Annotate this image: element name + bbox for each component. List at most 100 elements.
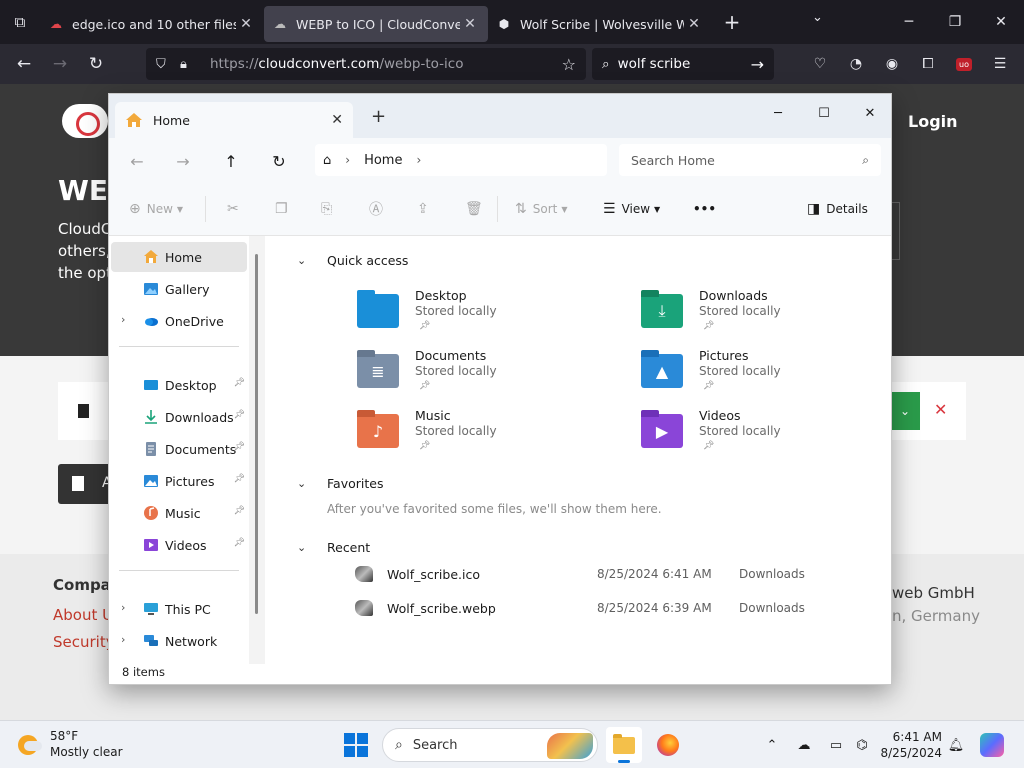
section-favorites[interactable]: ⌄ Favorites — [297, 473, 383, 493]
explorer-maximize-button[interactable]: ☐ — [801, 98, 847, 128]
recent-file-row[interactable]: Wolf_scribe.webp 8/25/2024 6:39 AM Downl… — [355, 594, 875, 622]
quick-access-downloads[interactable]: ⤓ Downloads Stored locally 📌︎ — [641, 288, 881, 338]
expand-chevron-icon[interactable]: › — [121, 633, 125, 646]
chevron-right-icon[interactable]: › — [416, 153, 421, 167]
extensions-puzzle-icon[interactable]: ⧠ — [916, 52, 940, 76]
sidebar-item-desktop[interactable]: Desktop 📌︎ — [111, 370, 247, 400]
security-link[interactable]: Security — [53, 633, 115, 651]
start-button[interactable] — [344, 733, 368, 757]
remove-file-icon[interactable]: ✕ — [934, 400, 947, 419]
convert-chevron-button[interactable]: ⌄ — [890, 392, 920, 430]
section-recent[interactable]: ⌄ Recent — [297, 537, 370, 557]
search-go-arrow-icon[interactable]: → — [751, 55, 764, 74]
explorer-back-button[interactable]: ← — [123, 148, 151, 174]
restore-window-button[interactable]: ❐ — [932, 0, 978, 44]
cloud-offline-icon[interactable]: ☁ — [794, 735, 814, 755]
weather-widget[interactable]: 58°F Mostly clear — [14, 727, 134, 763]
menu-hamburger-icon[interactable]: ☰ — [988, 52, 1012, 76]
sidebar-item-videos[interactable]: Videos 📌︎ — [111, 530, 247, 560]
explorer-search-input[interactable]: Search Home ⌕ — [619, 144, 881, 176]
view-button[interactable]: ☰ View ▼ — [603, 198, 660, 220]
close-tab-icon[interactable]: ✕ — [331, 112, 343, 128]
tab-overview-icon[interactable]: ⧉ — [0, 0, 40, 44]
timer-icon[interactable]: ◔ — [844, 52, 868, 76]
copy-button[interactable]: ❐ — [275, 198, 294, 220]
taskbar-firefox[interactable] — [650, 727, 686, 763]
explorer-tab-home[interactable]: Home ✕ — [115, 102, 353, 138]
list-all-tabs-chevron-icon[interactable]: ⌄ — [812, 10, 823, 25]
share-button[interactable]: ⇪ — [417, 198, 435, 220]
quick-access-music[interactable]: ♪ Music Stored locally 📌︎ — [357, 408, 597, 458]
pin-icon[interactable]: 📌︎ — [234, 410, 245, 420]
cut-button[interactable]: ✂ — [227, 198, 245, 220]
copilot-icon[interactable] — [980, 733, 1004, 757]
collapse-chevron-icon[interactable]: ⌄ — [297, 254, 306, 267]
sidebar-item-network[interactable]: › Network — [111, 626, 247, 656]
sidebar-item-home[interactable]: Home — [111, 242, 247, 272]
close-tab-icon[interactable]: ✕ — [684, 16, 704, 32]
web-search-bar[interactable]: ⌕ wolf scribe → — [592, 48, 774, 80]
explorer-up-button[interactable]: ↑ — [217, 148, 245, 174]
recent-file-row[interactable]: Wolf_scribe.ico 8/25/2024 6:41 AM Downlo… — [355, 560, 875, 588]
quick-access-desktop[interactable]: Desktop Stored locally 📌︎ — [357, 288, 597, 338]
display-icon[interactable]: ▭ — [826, 735, 846, 755]
back-button[interactable]: ← — [6, 48, 42, 80]
sort-button[interactable]: ⇅ Sort ▼ — [515, 198, 568, 220]
shield-icon[interactable]: ⛉ — [156, 57, 180, 72]
chevron-right-icon[interactable]: › — [345, 153, 350, 167]
explorer-minimize-button[interactable]: ─ — [755, 98, 801, 128]
paste-button[interactable]: ⎘ — [321, 198, 338, 220]
sidebar-item-documents[interactable]: Documents 📌︎ — [111, 434, 247, 464]
sidebar-item-onedrive[interactable]: › OneDrive — [111, 306, 247, 336]
expand-chevron-icon[interactable]: › — [121, 601, 125, 614]
sidebar-item-gallery[interactable]: Gallery — [111, 274, 247, 304]
collapse-chevron-icon[interactable]: ⌄ — [297, 541, 306, 554]
sidebar-item-downloads[interactable]: Downloads 📌︎ — [111, 402, 247, 432]
address-bar[interactable]: ⛉ 🔒︎ https://cloudconvert.com/webp-to-ic… — [146, 48, 586, 80]
new-explorer-tab-button[interactable]: + — [371, 106, 386, 127]
collapse-chevron-icon[interactable]: ⌄ — [297, 477, 306, 490]
cloudconvert-logo-icon[interactable] — [62, 104, 108, 138]
details-pane-button[interactable]: ◨ Details — [807, 198, 868, 220]
lock-icon[interactable]: 🔒︎ — [180, 57, 204, 72]
sidebar-item-this-pc[interactable]: › This PC — [111, 594, 247, 624]
show-hidden-icons-chevron-icon[interactable]: ⌃ — [762, 735, 782, 755]
quick-access-documents[interactable]: ≣ Documents Stored locally 📌︎ — [357, 348, 597, 398]
breadcrumb-home[interactable]: Home — [364, 153, 402, 168]
pin-icon[interactable]: 📌︎ — [234, 506, 245, 516]
quick-access-videos[interactable]: ▶ Videos Stored locally 📌︎ — [641, 408, 881, 458]
close-window-button[interactable]: ✕ — [978, 0, 1024, 44]
network-status-icon[interactable]: ⌬ — [852, 735, 872, 755]
pin-icon[interactable]: 📌︎ — [234, 538, 245, 548]
home-outline-icon[interactable]: ⌂ — [323, 153, 331, 168]
pin-icon[interactable]: 📌︎ — [234, 474, 245, 484]
sidebar-scrollbar-thumb[interactable] — [255, 254, 258, 614]
explorer-forward-button[interactable]: → — [169, 148, 197, 174]
minimize-window-button[interactable]: ─ — [886, 0, 932, 44]
explorer-refresh-button[interactable]: ↻ — [265, 148, 293, 174]
about-link[interactable]: About U — [53, 606, 113, 624]
bookmark-star-icon[interactable]: ☆ — [562, 55, 576, 74]
browser-tab-webp-to-ico[interactable]: ☁ WEBP to ICO | CloudConvert ✕ — [264, 6, 488, 42]
rename-button[interactable]: Ⓐ — [369, 198, 389, 220]
section-quick-access[interactable]: ⌄ Quick access — [297, 250, 408, 270]
taskbar-search[interactable]: ⌕ Search — [382, 728, 598, 762]
taskbar-file-explorer[interactable] — [606, 727, 642, 763]
reload-button[interactable]: ↻ — [78, 48, 114, 80]
ublock-icon[interactable]: uo — [952, 52, 976, 76]
quick-access-pictures[interactable]: ▲ Pictures Stored locally 📌︎ — [641, 348, 881, 398]
delete-button[interactable]: 🗑︎ — [465, 198, 489, 220]
close-tab-icon[interactable]: ✕ — [236, 16, 256, 32]
system-clock[interactable]: 6:41 AM 8/25/2024 — [870, 729, 942, 761]
login-link[interactable]: Login — [908, 112, 958, 131]
new-tab-button[interactable]: + — [712, 10, 752, 34]
browser-tab-wolf-scribe[interactable]: ⬢ Wolf Scribe | Wolvesville Wiki | ✕ — [488, 6, 712, 42]
notifications-bell-icon[interactable]: 🔔︎ — [946, 735, 966, 755]
explorer-close-button[interactable]: ✕ — [847, 98, 891, 128]
account-icon[interactable]: ◉ — [880, 52, 904, 76]
see-more-button[interactable]: ••• — [693, 198, 716, 220]
new-button[interactable]: ⊕ New ▼ — [129, 198, 183, 220]
breadcrumb[interactable]: ⌂ › Home › — [315, 144, 607, 176]
sidebar-item-pictures[interactable]: Pictures 📌︎ — [111, 466, 247, 496]
pin-icon[interactable]: 📌︎ — [234, 442, 245, 452]
